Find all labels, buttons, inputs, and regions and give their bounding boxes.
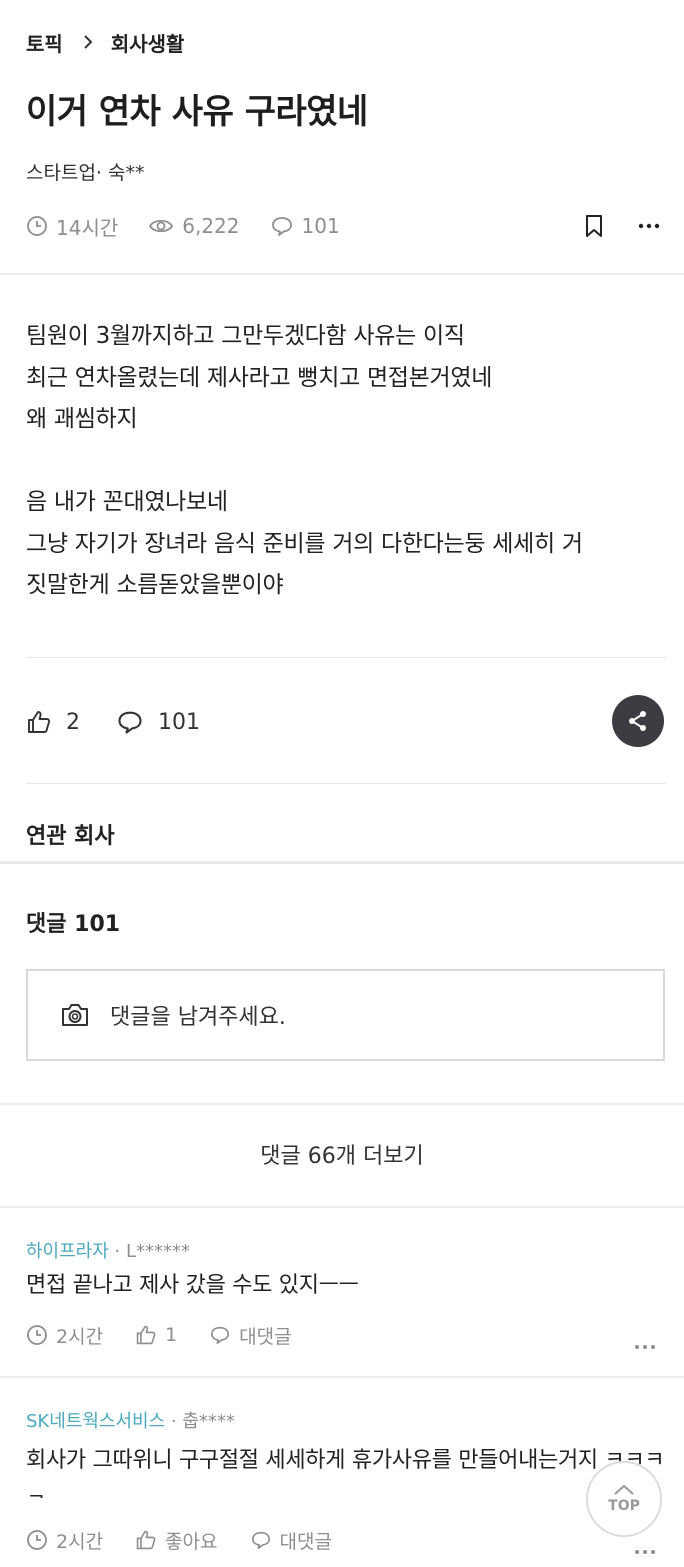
divider [0, 861, 684, 864]
like-count: 2 [66, 709, 80, 735]
post-body-line: 팀원이 3월까지하고 그만두겠다함 사유는 이직 [26, 323, 465, 349]
more-dots-icon[interactable] [638, 223, 660, 229]
comment-meta: 2시간 좋아요 대댓글 [26, 1525, 364, 1555]
comment-like-button[interactable]: 좋아요 [135, 1527, 218, 1554]
comment-company-link[interactable]: 하이프라자 [26, 1241, 109, 1262]
post-views: 6,222 [148, 214, 240, 238]
comment-time-text: 2시간 [56, 1530, 104, 1553]
post-body-line: 짓말한게 소름돋았을뿐이야 [26, 572, 284, 598]
comment-text: 면접 끝나고 제사 갔을 수도 있지ㅡㅡ [26, 1273, 359, 1298]
speech-bubble-icon [251, 1531, 270, 1549]
divider [0, 1103, 684, 1105]
thumbs-up-icon [28, 711, 51, 733]
comment-placeholder: 댓글을 남겨주세요. [110, 1005, 286, 1030]
comment-time: 2시간 [26, 1322, 103, 1349]
post-body: 팀원이 3월까지하고 그만두겠다함 사유는 이직최근 연차올렸는데 제사라고 뻥… [26, 316, 666, 607]
comments-title: 댓글 101 [26, 912, 121, 937]
comment-like-button[interactable]: 1 [135, 1324, 177, 1346]
comment-reply-label: 대댓글 [279, 1530, 332, 1553]
post-time-text: 14시간 [56, 215, 119, 240]
like-button[interactable]: 2 [26, 709, 80, 735]
thumbs-up-icon [136, 1530, 156, 1550]
speech-bubble-icon [211, 1326, 230, 1344]
bookmark-icon[interactable] [584, 214, 604, 238]
post-comment-count[interactable]: 101 [270, 214, 340, 238]
divider [26, 783, 666, 784]
related-title: 연관 회사 [26, 824, 115, 849]
divider [0, 273, 684, 275]
breadcrumb-current[interactable]: 회사생활 [111, 28, 185, 57]
post-comment-count-text: 101 [301, 214, 340, 238]
comment-company-link[interactable]: SK네트웍스서비스 [26, 1411, 165, 1432]
share-button[interactable] [612, 695, 664, 747]
comment-masked-name: · 춥**** [165, 1411, 235, 1432]
top-label: TOP [608, 1498, 640, 1514]
post-time: 14시간 [26, 212, 118, 241]
clock-icon [27, 216, 47, 236]
share-icon [629, 711, 646, 731]
comment-reply-button[interactable]: 대댓글 [209, 1322, 292, 1349]
post-reactions: 2 101 [26, 700, 236, 744]
breadcrumb: 토픽 회사생활 [26, 28, 184, 56]
thumbs-up-icon [136, 1325, 156, 1345]
post-body-line: 그냥 자기가 장녀라 음식 준비를 거의 다한다는둥 세세히 거 [26, 530, 583, 557]
comment-reply-button[interactable]: 대댓글 [250, 1527, 332, 1554]
post-actions [584, 208, 660, 244]
post-author: 스타트업· 숙** [26, 162, 145, 184]
divider [26, 657, 666, 658]
post-title: 이거 연차 사유 구라였네 [26, 92, 368, 132]
speech-bubble-icon [271, 217, 292, 236]
divider [0, 1376, 684, 1378]
comment-meta: 2시간 1 대댓글 [26, 1320, 324, 1350]
comment-like-label: 좋아요 [165, 1530, 218, 1553]
more-dots-icon[interactable] [634, 1335, 656, 1354]
clock-icon [27, 1325, 47, 1345]
chevron-right-icon [83, 34, 93, 50]
comment-author: SK네트웍스서비스 · 춥**** [26, 1407, 235, 1433]
comment-input[interactable]: 댓글을 남겨주세요. [26, 969, 665, 1061]
scroll-top-button[interactable]: TOP [586, 1461, 662, 1537]
speech-bubble-icon [118, 711, 142, 734]
post-body-line: 음 내가 꼰대였나보네 [26, 489, 228, 515]
post-views-text: 6,222 [182, 214, 240, 238]
comment-reply-label: 대댓글 [239, 1325, 292, 1348]
post-body-line [26, 441, 666, 483]
comment-text: 회사가 그따위니 구구절절 세세하게 휴가사유를 만들어내는거지 ㅋㅋㅋㅋ [26, 1448, 665, 1498]
comment-time: 2시간 [26, 1527, 103, 1554]
comment-button[interactable]: 101 [116, 709, 200, 735]
post-body-line: 왜 괘씸하지 [26, 406, 138, 432]
more-dots-icon[interactable] [634, 1540, 656, 1559]
comment-time-text: 2시간 [56, 1325, 104, 1348]
breadcrumb-root[interactable]: 토픽 [26, 28, 63, 57]
chevron-up-icon [614, 1484, 634, 1495]
comment-masked-name: · L****** [108, 1241, 191, 1262]
more-comments-button[interactable]: 댓글 66개 더보기 [0, 1138, 684, 1170]
comment-count: 101 [158, 709, 200, 735]
divider [0, 1206, 684, 1208]
comment-like-count: 1 [165, 1324, 178, 1346]
comment-author: 하이프라자 · L****** [26, 1237, 190, 1263]
eye-icon [149, 219, 174, 233]
clock-icon [27, 1530, 47, 1550]
post-body-line: 최근 연차올렸는데 제사라고 뻥치고 면접본거였네 [26, 364, 493, 391]
camera-icon[interactable] [60, 1002, 90, 1028]
post-meta: 14시간 6,222 101 [26, 208, 370, 244]
